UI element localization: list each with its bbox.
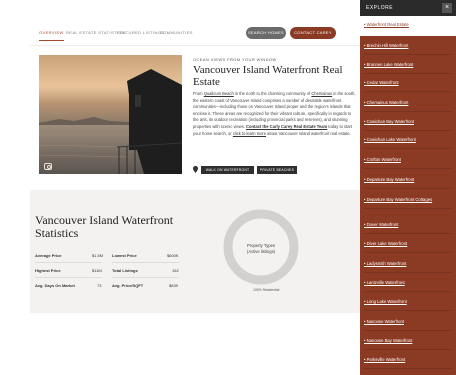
stats-section: Vancouver Island Waterfront Statistics A… — [30, 190, 360, 313]
stat-average-price: Average Price — [35, 253, 62, 258]
stat-avg-days: Avg. Days On Market — [35, 283, 75, 288]
panel-item[interactable]: Departure Bay Waterfront Cottages — [364, 197, 452, 202]
hero-photo — [39, 55, 182, 174]
panel-divider — [364, 111, 452, 112]
stat-total-listings-value: 152 — [172, 268, 179, 273]
panel-divider — [364, 208, 452, 209]
contact-team-link[interactable]: Contact the Carly Carey Real Estate Team — [246, 124, 327, 129]
stat-label: Average Price — [35, 253, 62, 258]
panel-divider — [364, 368, 452, 369]
nav-featured-listings[interactable]: Featured Listings — [117, 30, 164, 35]
map-pin-icon — [193, 166, 198, 173]
donut-sublabel: (Active listings) — [246, 249, 276, 254]
panel-item[interactable]: Nanoose Waterfront — [364, 319, 452, 324]
stat-lowest-price: Lowest Price — [112, 253, 137, 258]
panel-item[interactable]: Cedar Waterfront — [364, 80, 452, 85]
panel-item[interactable]: Departure Bay Waterfront — [364, 177, 452, 182]
panel-divider — [364, 233, 452, 234]
nav-overview[interactable]: Overview — [39, 30, 64, 41]
main-page: Overview Real Estate Statistics Featured… — [30, 23, 360, 313]
tag-walk-on-waterfront[interactable]: Walk on Waterfront — [201, 166, 254, 174]
tag-private-beaches[interactable]: Private Beaches — [257, 166, 297, 174]
stat-avg-days-value: 73 — [97, 283, 102, 288]
panel-divider — [364, 349, 452, 350]
panel-item[interactable]: Diver Lake Waterfront — [364, 241, 452, 246]
panel-item[interactable]: Dover Waterfront — [364, 222, 452, 227]
stat-highest-price-value: $11M — [92, 268, 102, 273]
divider — [35, 262, 102, 263]
hero-body: From Qualicum Beach in the north to the … — [193, 91, 358, 137]
panel-item[interactable]: Chemainus Waterfront — [364, 100, 452, 105]
stat-label: Avg. Price/SQFT — [112, 283, 144, 288]
panel-divider — [364, 252, 452, 253]
qualicum-beach-link[interactable]: Qualicum Beach — [204, 91, 234, 96]
body-text: in the north to the charming community o… — [233, 91, 312, 96]
panel-item[interactable]: Waterfront Real Estate — [364, 22, 452, 27]
stat-average-price-value: $1.5M — [92, 253, 104, 258]
stat-avg-price-sqft: Avg. Price/SQFT — [112, 283, 143, 288]
waterfront-photo — [39, 55, 182, 174]
stat-label: Avg. Days On Market — [35, 283, 75, 288]
panel-item[interactable]: Brechin Hill Waterfront — [364, 43, 452, 48]
body-text: From — [193, 91, 204, 96]
hero-eyebrow: Ocean Views From Your Window — [193, 57, 277, 62]
panel-divider — [364, 130, 452, 131]
panel-item[interactable]: Long Lake Waterfront — [364, 299, 452, 304]
panel-item[interactable]: Cowichan Lake Waterfront — [364, 137, 452, 142]
panel-divider — [364, 330, 452, 331]
panel-item[interactable]: Parksville Waterfront — [364, 357, 452, 362]
donut-label: Property Types — [246, 243, 276, 248]
divider — [35, 277, 102, 278]
body-text: about Vancouver Island waterfront real e… — [266, 130, 351, 136]
panel-divider — [364, 148, 452, 149]
top-nav: Overview Real Estate Statistics Featured… — [30, 23, 360, 46]
stats-title: Vancouver Island Waterfront Statistics — [35, 213, 174, 240]
panel-header: Explore × — [360, 0, 456, 16]
chemainus-link[interactable]: Chemainus — [311, 91, 332, 96]
panel-divider — [364, 291, 452, 292]
panel-item[interactable]: Lantzville Waterfront — [364, 280, 452, 285]
panel-divider — [364, 272, 452, 273]
stat-total-listings: Total Listings — [112, 268, 138, 273]
stat-avg-price-sqft-value: $839 — [169, 283, 178, 288]
donut-legend: 100% Residential — [253, 288, 280, 292]
divider — [112, 262, 179, 263]
panel-item[interactable]: Brannen Lake Waterfront — [364, 62, 452, 67]
panel-title: Explore — [366, 5, 394, 11]
panel-item[interactable]: Cowichan Bay Waterfront — [364, 119, 452, 124]
panel-divider — [364, 188, 452, 189]
learn-more-link[interactable]: click to learn more — [233, 131, 266, 136]
stat-highest-price: Highest Price — [35, 268, 61, 273]
hero-title: Vancouver Island Waterfront Real Estate — [193, 64, 343, 88]
stat-lowest-price-value: $600K — [167, 253, 179, 258]
panel-divider — [364, 73, 452, 74]
panel-divider — [364, 310, 452, 311]
stat-label: Highest Price — [35, 268, 61, 273]
panel-divider — [364, 168, 452, 169]
search-homes-button[interactable]: Search Homes — [246, 27, 286, 39]
nav-communities[interactable]: Communities — [160, 30, 193, 35]
panel-divider — [364, 91, 452, 92]
explore-panel: Explore × Waterfront Real Estate Brechin … — [360, 0, 456, 375]
stat-label: Total Listings — [112, 268, 138, 273]
nav-real-estate-statistics[interactable]: Real Estate Statistics — [66, 30, 125, 35]
panel-item[interactable]: Nanoose Bay Waterfront — [364, 338, 452, 343]
panel-item[interactable]: Ladysmith Waterfront — [364, 261, 452, 266]
close-icon[interactable]: × — [442, 3, 452, 13]
camera-icon[interactable] — [44, 163, 52, 170]
panel-divider — [364, 54, 452, 55]
panel-item[interactable]: Crofton Waterfront — [364, 157, 452, 162]
divider — [112, 277, 179, 278]
contact-carey-button[interactable]: Contact Carey — [290, 27, 336, 39]
stat-label: Lowest Price — [112, 253, 137, 258]
